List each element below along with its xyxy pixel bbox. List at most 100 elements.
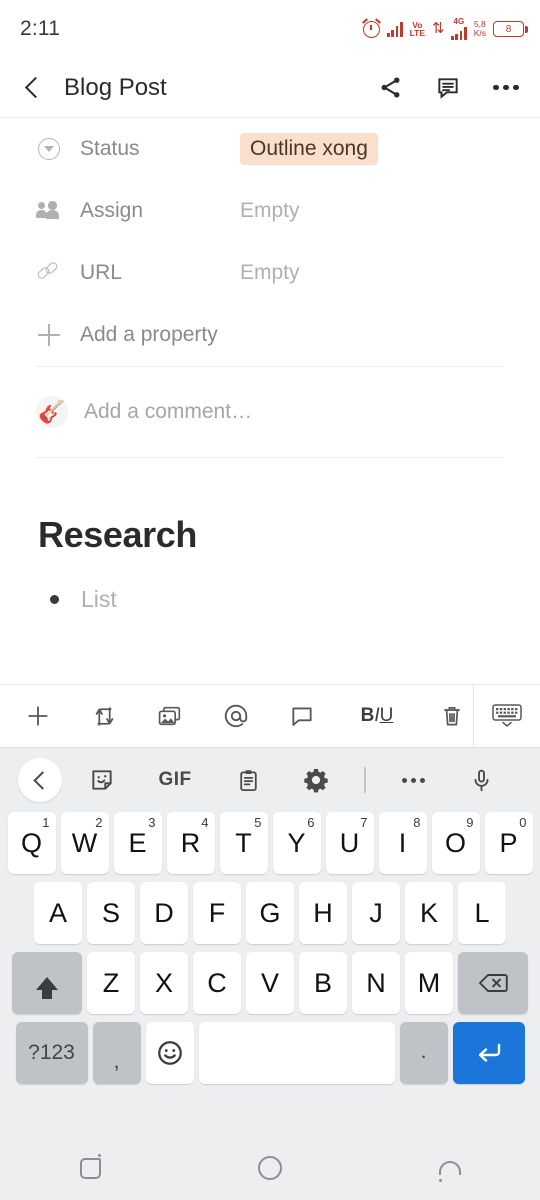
- add-block-button[interactable]: [20, 698, 56, 734]
- add-property-button[interactable]: Add a property: [0, 304, 540, 366]
- key-x[interactable]: X: [140, 952, 188, 1014]
- key-f[interactable]: F: [193, 882, 241, 944]
- key-k[interactable]: K: [405, 882, 453, 944]
- comment-icon[interactable]: [434, 74, 462, 102]
- key-r[interactable]: R4: [166, 812, 215, 874]
- generation-label: 4G: [453, 17, 465, 26]
- key-u[interactable]: U7: [325, 812, 374, 874]
- comma-key[interactable]: ,: [92, 1022, 141, 1084]
- back-button[interactable]: [415, 1145, 485, 1191]
- recent-apps-icon: [79, 1153, 101, 1179]
- property-value[interactable]: Empty: [240, 199, 300, 223]
- key-label: O: [444, 827, 466, 858]
- text-format-button[interactable]: BIU: [350, 698, 404, 734]
- home-button[interactable]: [235, 1145, 305, 1191]
- key-n[interactable]: N: [352, 952, 400, 1014]
- key-h[interactable]: H: [299, 882, 347, 944]
- battery-icon: 8: [493, 21, 528, 37]
- key-g[interactable]: G: [246, 882, 294, 944]
- key-superscript: 2: [95, 815, 103, 830]
- key-w[interactable]: W2: [60, 812, 109, 874]
- keyboard-row-1: Q1 W2 E3 R4 T5 Y6 U7 I8 O9 P0: [4, 812, 536, 874]
- key-l[interactable]: L: [458, 882, 506, 944]
- avatar: 🎸: [36, 396, 68, 428]
- property-value[interactable]: Empty: [240, 261, 300, 285]
- clipboard-icon[interactable]: [228, 760, 268, 800]
- status-badge[interactable]: Outline xong: [240, 133, 378, 165]
- key-label: Q: [20, 827, 42, 858]
- key-superscript: 6: [307, 815, 315, 830]
- move-block-button[interactable]: [86, 698, 122, 734]
- more-options-icon[interactable]: [492, 74, 520, 102]
- key-superscript: 9: [466, 815, 474, 830]
- keyboard-row-4: ?123 , .: [4, 1022, 536, 1084]
- property-row-status[interactable]: Status Outline xong: [0, 118, 540, 180]
- key-t[interactable]: T5: [219, 812, 268, 874]
- key-e[interactable]: E3: [113, 812, 162, 874]
- key-superscript: 1: [42, 815, 50, 830]
- add-comment-placeholder[interactable]: Add a comment…: [84, 400, 252, 424]
- document-heading[interactable]: Research: [38, 514, 502, 556]
- chevron-left-icon[interactable]: [20, 75, 46, 101]
- volte-bottom: LTE: [409, 28, 426, 38]
- virtual-keyboard: GIF Q 1 W 2 E 3 R 4 T 5 Y 6 U 7 I 8 O 9 …: [0, 748, 540, 1136]
- editor-toolbar-items: BIU: [0, 698, 473, 734]
- period-key[interactable]: .: [399, 1022, 448, 1084]
- list-item-text[interactable]: List: [81, 586, 117, 613]
- property-row-assign[interactable]: Assign Empty: [0, 180, 540, 242]
- people-icon: [36, 198, 62, 224]
- key-label: W: [71, 827, 98, 858]
- property-row-url[interactable]: URL Empty: [0, 242, 540, 304]
- hide-keyboard-button[interactable]: [474, 701, 540, 731]
- mention-button[interactable]: [218, 698, 254, 734]
- microphone-icon[interactable]: [462, 760, 502, 800]
- keyboard-rows: Q1 W2 E3 R4 T5 Y6 U7 I8 O9 P0 A S D F G …: [0, 812, 540, 1084]
- alarm-clock-icon: [362, 20, 380, 38]
- list-item[interactable]: List: [38, 586, 502, 613]
- select-icon: [36, 136, 62, 162]
- key-z[interactable]: Z: [87, 952, 135, 1014]
- key-b[interactable]: B: [299, 952, 347, 1014]
- emoji-key[interactable]: [145, 1022, 194, 1084]
- key-i[interactable]: I8: [378, 812, 427, 874]
- recent-apps-button[interactable]: [55, 1145, 125, 1191]
- share-icon[interactable]: [376, 74, 404, 102]
- document-body: Research List: [0, 458, 540, 613]
- delete-block-button[interactable]: [434, 698, 470, 734]
- enter-key[interactable]: [452, 1022, 525, 1084]
- key-p[interactable]: P0: [484, 812, 533, 874]
- key-q[interactable]: Q1: [7, 812, 56, 874]
- add-property-label: Add a property: [80, 323, 218, 346]
- key-a[interactable]: A: [34, 882, 82, 944]
- key-m[interactable]: M: [405, 952, 453, 1014]
- symbols-key[interactable]: ?123: [15, 1022, 88, 1084]
- key-y[interactable]: Y6: [272, 812, 321, 874]
- gear-icon[interactable]: [296, 760, 336, 800]
- kb-more-button[interactable]: [394, 760, 434, 800]
- speed-unit: K/s: [473, 28, 486, 38]
- properties-section: Status Outline xong Assign Empty URL Emp…: [0, 118, 540, 458]
- android-nav-bar: [0, 1136, 540, 1200]
- key-v[interactable]: V: [246, 952, 294, 1014]
- key-label: Y: [287, 827, 306, 858]
- add-comment-row[interactable]: 🎸 Add a comment…: [0, 367, 540, 457]
- key-s[interactable]: S: [87, 882, 135, 944]
- insert-image-button[interactable]: [152, 698, 188, 734]
- shift-key[interactable]: [12, 952, 82, 1014]
- gif-button[interactable]: GIF: [150, 760, 200, 800]
- page-title: Blog Post: [64, 73, 167, 101]
- key-d[interactable]: D: [140, 882, 188, 944]
- property-label: URL: [80, 261, 123, 284]
- kb-collapse-button[interactable]: [18, 758, 62, 802]
- sticker-icon[interactable]: [82, 760, 122, 800]
- app-bar-actions: [376, 74, 520, 102]
- backspace-key[interactable]: [458, 952, 528, 1014]
- space-key[interactable]: [198, 1022, 395, 1084]
- plus-icon: [36, 322, 62, 348]
- volte-icon: Vo LTE: [409, 20, 426, 38]
- key-label: P: [499, 827, 518, 858]
- key-j[interactable]: J: [352, 882, 400, 944]
- key-c[interactable]: C: [193, 952, 241, 1014]
- key-o[interactable]: O9: [431, 812, 480, 874]
- comment-bubble-icon[interactable]: [284, 698, 320, 734]
